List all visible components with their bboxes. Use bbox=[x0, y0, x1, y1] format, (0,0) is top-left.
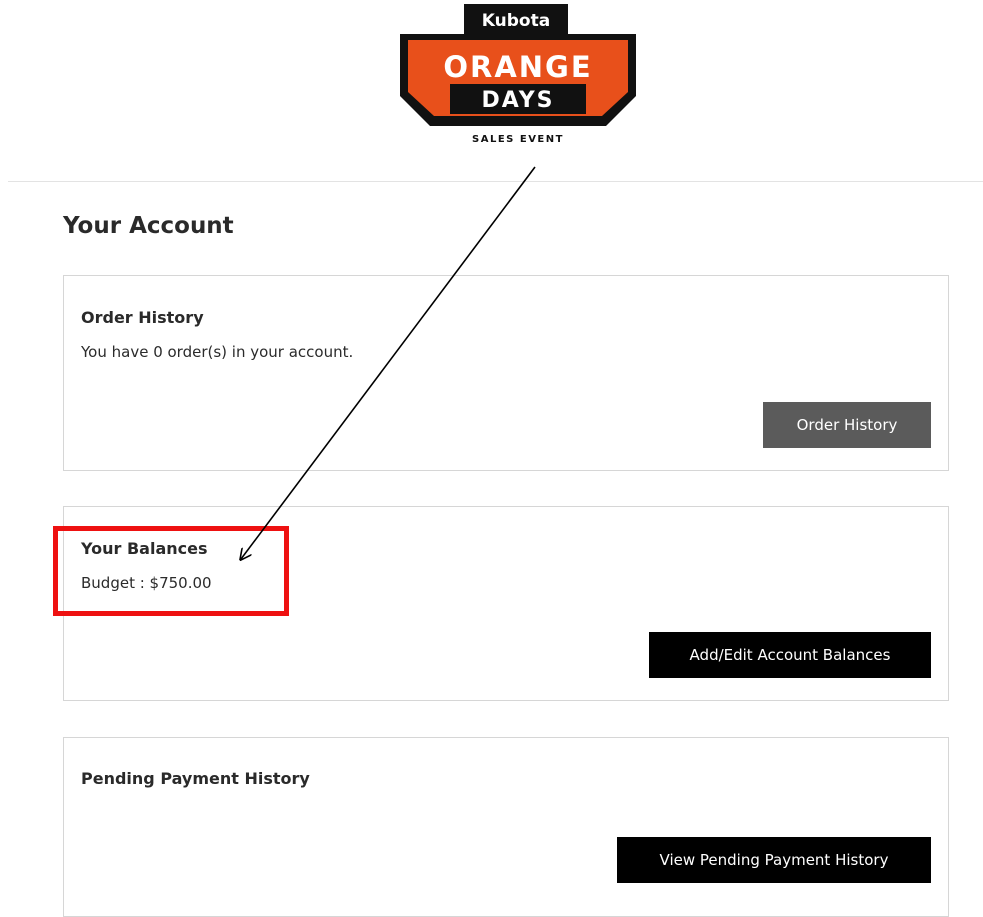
order-count-text: You have 0 order(s) in your account. bbox=[81, 343, 354, 361]
site-header: Kubota ORANGE DAYS SALES EVENT bbox=[0, 0, 983, 182]
order-history-card: Order History You have 0 order(s) in you… bbox=[63, 275, 949, 471]
page-title: Your Account bbox=[63, 213, 234, 239]
logo-tagline-text: SALES EVENT bbox=[472, 134, 564, 145]
order-history-title: Order History bbox=[81, 308, 204, 327]
logo-orange-text: ORANGE bbox=[443, 50, 592, 84]
header-divider bbox=[8, 181, 983, 182]
add-edit-balances-button[interactable]: Add/Edit Account Balances bbox=[649, 632, 931, 678]
logo-days-text: DAYS bbox=[482, 88, 555, 113]
orange-days-logo[interactable]: Kubota ORANGE DAYS SALES EVENT bbox=[398, 4, 638, 150]
annotation-highlight-box bbox=[53, 526, 289, 616]
view-pending-payment-button[interactable]: View Pending Payment History bbox=[617, 837, 931, 883]
pending-payment-title: Pending Payment History bbox=[81, 769, 310, 788]
order-history-button[interactable]: Order History bbox=[763, 402, 931, 448]
logo-brand-text: Kubota bbox=[482, 11, 550, 31]
pending-payment-card: Pending Payment History View Pending Pay… bbox=[63, 737, 949, 917]
